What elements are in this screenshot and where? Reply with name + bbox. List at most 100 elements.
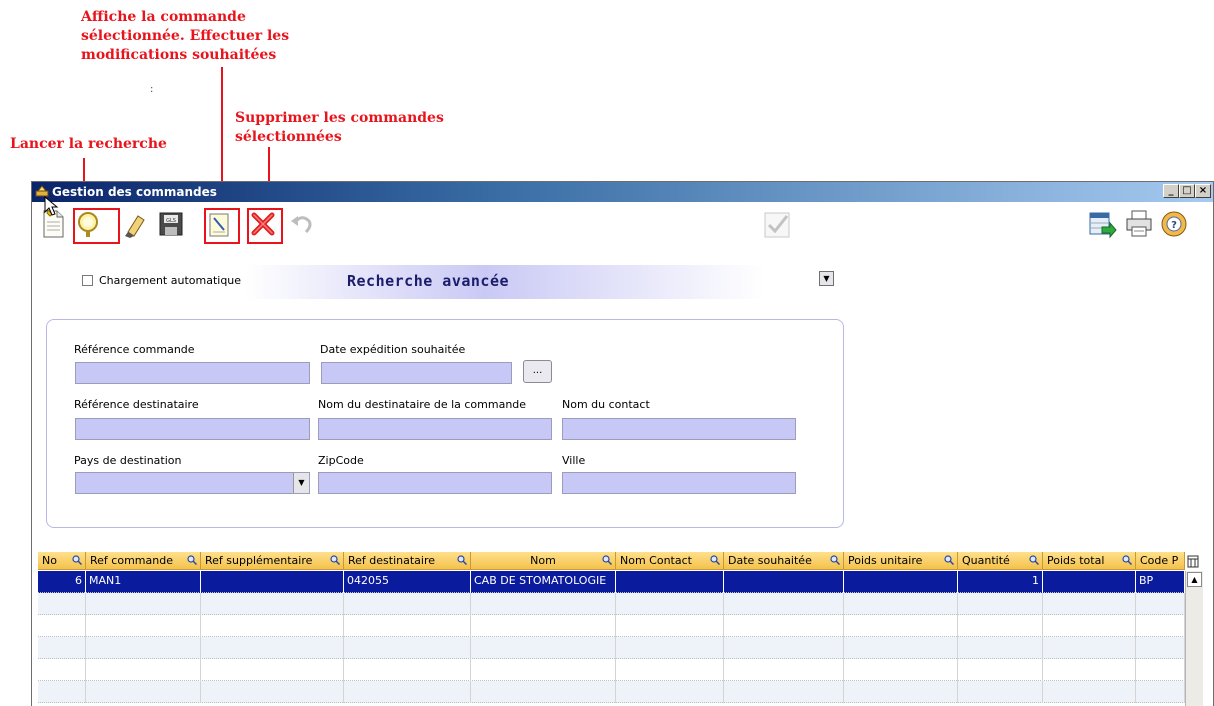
pays-select[interactable]: ▼ [75, 472, 310, 494]
filter-magnifier-icon[interactable] [710, 555, 720, 565]
column-header-ref-commande[interactable]: Ref commande [86, 552, 201, 570]
maximize-button[interactable]: □ [1179, 184, 1195, 198]
delete-annotation: Supprimer les commandes sélectionnées [235, 109, 444, 147]
cell-no [38, 637, 86, 659]
column-header-label: Ref destinataire [348, 554, 436, 567]
cell-nom-contact [616, 571, 724, 593]
cell-quantite [958, 615, 1043, 637]
cell-code-postal [1136, 659, 1185, 681]
auto-load-checkbox[interactable] [82, 275, 93, 286]
filter-magnifier-icon[interactable] [72, 555, 82, 565]
auto-load-label: Chargement automatique [99, 274, 242, 287]
nom-destinataire-input[interactable] [318, 418, 552, 440]
table-row[interactable]: 6 MAN1 042055 CAB DE STOMATOLOGIE 1 BP [38, 571, 1185, 593]
cell-ref-supplementaire [201, 615, 344, 637]
column-header-label: No [42, 554, 57, 567]
cell-date-souhaitee [724, 615, 844, 637]
delete-annotation-line-1: Supprimer les commandes [235, 110, 444, 126]
table-row[interactable] [38, 637, 1185, 659]
column-header-quantite[interactable]: Quantité [958, 552, 1043, 570]
column-header-code-postal[interactable]: Code P [1136, 552, 1185, 570]
column-header-nom[interactable]: Nom [471, 552, 616, 570]
filter-magnifier-icon[interactable] [944, 555, 954, 565]
nom-contact-input[interactable] [562, 418, 796, 440]
filter-magnifier-icon[interactable] [830, 555, 840, 565]
filter-magnifier-icon[interactable] [187, 555, 197, 565]
cell-poids-total [1043, 615, 1136, 637]
column-header-nom-contact[interactable]: Nom Contact [616, 552, 724, 570]
cell-no [38, 593, 86, 615]
cell-poids-total [1043, 659, 1136, 681]
close-window-button[interactable]: × [1195, 184, 1211, 198]
cell-code-postal: BP [1136, 571, 1185, 593]
date-expedition-input[interactable] [321, 362, 512, 384]
ref-destinataire-label: Référence destinataire [74, 398, 199, 411]
column-header-label: Nom [530, 554, 556, 567]
date-picker-button[interactable]: ... [523, 360, 552, 383]
table-row[interactable] [38, 615, 1185, 637]
scroll-up-arrow-icon[interactable]: ▲ [1187, 572, 1202, 587]
orders-grid: No Ref commande Ref supplémentaire Ref dest… [38, 552, 1203, 706]
table-row[interactable] [38, 681, 1185, 703]
column-header-ref-supplementaire[interactable]: Ref supplémentaire [201, 552, 344, 570]
delete-annotation-line-2: sélectionnées [235, 129, 342, 145]
cell-ref-destinataire [344, 593, 471, 615]
cell-ref-destinataire [344, 681, 471, 703]
stray-mark: : [150, 84, 154, 95]
cell-nom-contact [616, 659, 724, 681]
ref-commande-label: Référence commande [74, 343, 195, 356]
collapse-search-button[interactable]: ▼ [819, 271, 834, 286]
help-icon[interactable]: ? [1159, 208, 1189, 240]
column-header-label: Ref commande [90, 554, 173, 567]
cell-code-postal [1136, 637, 1185, 659]
cell-poids-unitaire [844, 681, 958, 703]
cell-poids-unitaire [844, 593, 958, 615]
export-icon[interactable] [1087, 208, 1117, 240]
ref-destinataire-input[interactable] [75, 418, 310, 440]
date-expedition-label: Date expédition souhaitée [320, 343, 466, 356]
ville-input[interactable] [562, 472, 796, 494]
cell-ref-supplementaire [201, 681, 344, 703]
filter-magnifier-icon[interactable] [1122, 555, 1132, 565]
column-header-date-souhaitee[interactable]: Date souhaitée [724, 552, 844, 570]
table-row[interactable] [38, 593, 1185, 615]
cell-no [38, 659, 86, 681]
grid-vertical-scrollbar[interactable]: ▲ [1185, 571, 1203, 706]
edit-annotation-line-1: Affiche la commande [81, 9, 246, 25]
column-header-poids-unitaire[interactable]: Poids unitaire [844, 552, 958, 570]
cell-ref-commande [86, 593, 201, 615]
table-row[interactable] [38, 659, 1185, 681]
cell-poids-total [1043, 571, 1136, 593]
filter-magnifier-icon[interactable] [1029, 555, 1039, 565]
cell-ref-supplementaire [201, 659, 344, 681]
zipcode-input[interactable] [318, 472, 552, 494]
cell-nom-contact [616, 681, 724, 703]
clear-brush-icon[interactable] [120, 208, 150, 240]
print-icon[interactable] [1124, 208, 1154, 240]
edit-annotation-line-2: sélectionnée. Effectuer les [81, 28, 290, 44]
cell-ref-commande [86, 659, 201, 681]
column-chooser-icon[interactable] [1187, 555, 1199, 568]
minimize-button[interactable]: _ [1163, 184, 1179, 198]
cell-no: 6 [38, 571, 86, 593]
undo-icon[interactable] [286, 208, 316, 240]
cell-code-postal [1136, 615, 1185, 637]
validate-checkmark-icon[interactable] [762, 208, 792, 240]
column-header-no[interactable]: No [38, 552, 86, 570]
filter-magnifier-icon[interactable] [602, 555, 612, 565]
cell-code-postal [1136, 681, 1185, 703]
save-gls-icon[interactable]: GLS [156, 208, 186, 240]
search-highlight-box [73, 208, 120, 244]
filter-magnifier-icon[interactable] [457, 555, 467, 565]
cell-nom [471, 681, 616, 703]
ref-commande-input[interactable] [75, 362, 310, 384]
filter-magnifier-icon[interactable] [330, 555, 340, 565]
column-header-poids-total[interactable]: Poids total [1043, 552, 1136, 570]
cell-quantite [958, 593, 1043, 615]
cell-ref-supplementaire [201, 593, 344, 615]
chevron-down-icon[interactable]: ▼ [293, 473, 309, 493]
column-header-ref-destinataire[interactable]: Ref destinataire [344, 552, 471, 570]
zipcode-label: ZipCode [318, 454, 364, 467]
window-titlebar: Gestion des commandes _ □ × [32, 182, 1213, 202]
cell-poids-unitaire [844, 615, 958, 637]
